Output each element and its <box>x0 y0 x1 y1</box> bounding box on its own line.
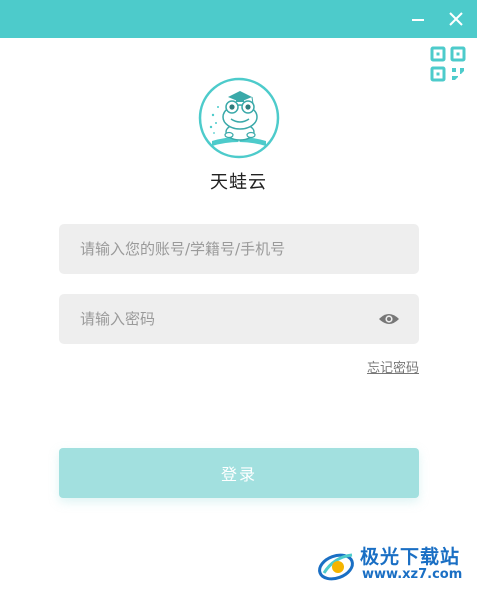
account-field-container <box>59 224 419 274</box>
qr-code-icon <box>430 46 477 91</box>
close-icon <box>449 12 463 26</box>
account-input[interactable] <box>59 224 419 274</box>
title-bar[interactable] <box>0 0 477 38</box>
qr-login-toggle[interactable] <box>424 38 477 91</box>
minimize-button[interactable] <box>403 4 433 34</box>
app-name: 天蛙云 <box>210 172 267 193</box>
close-button[interactable] <box>441 4 471 34</box>
forgot-password-link[interactable]: 忘记密码 <box>367 357 419 376</box>
login-button[interactable]: 登录 <box>59 448 419 498</box>
show-password-toggle[interactable] <box>378 309 400 329</box>
password-input[interactable] <box>59 294 419 344</box>
watermark-logo-icon <box>318 553 354 581</box>
watermark-title: 极光下载站 <box>360 546 461 568</box>
watermark-url: www.xz7.com <box>362 567 463 582</box>
minimize-icon <box>412 19 424 21</box>
app-logo <box>198 77 280 159</box>
password-field-container <box>59 294 419 344</box>
frog-mascot-icon <box>198 77 280 159</box>
watermark: 极光下载站 www.xz7.com <box>316 540 474 590</box>
eye-icon <box>379 314 399 324</box>
